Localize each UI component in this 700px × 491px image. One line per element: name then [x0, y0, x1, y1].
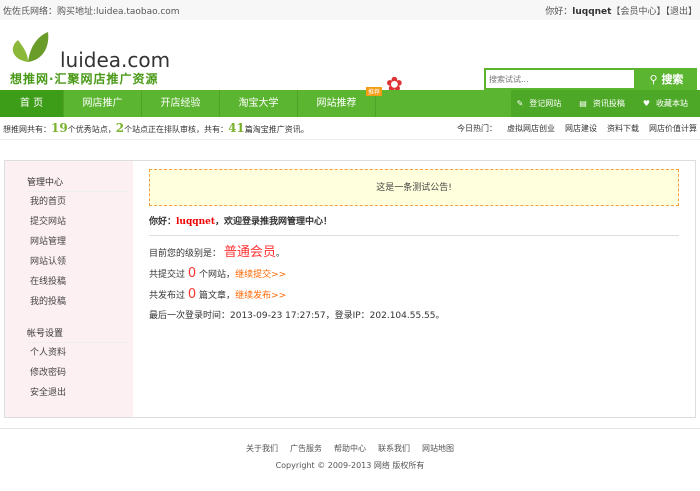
- search-button-label: 搜索: [661, 73, 684, 86]
- continue-submit-link[interactable]: 继续提交>>: [235, 270, 286, 280]
- sidebar-group-title: 管理中心: [27, 175, 128, 192]
- header: luidea.com 想推网·汇聚网店推广资源 推广网店就来想推网! ✿ ⚲ 搜…: [0, 20, 700, 105]
- sidebar-item-online-submit[interactable]: 在线投稿: [5, 272, 133, 292]
- sidebar-item-home[interactable]: 我的首页: [5, 192, 133, 212]
- search-button[interactable]: ⚲ 搜索: [636, 68, 697, 90]
- member-center-link[interactable]: 【会员中心】: [611, 7, 665, 17]
- hot-link[interactable]: 资料下载: [607, 124, 639, 133]
- footer-link[interactable]: 网站地图: [422, 444, 454, 453]
- logo-domain: luidea.com: [60, 48, 171, 72]
- nav-shop-experience[interactable]: 开店经验: [142, 90, 220, 117]
- sidebar-item-my-submissions[interactable]: 我的投稿: [5, 292, 133, 312]
- content: 这是一条测试公告! 你好：luqqnet，欢迎登录推我网管理中心！ 目前您的级别…: [133, 161, 695, 417]
- notice-box: 这是一条测试公告!: [149, 169, 679, 206]
- welcome-message: 你好：luqqnet，欢迎登录推我网管理中心！: [149, 214, 679, 236]
- hot-link[interactable]: 网店价值计算: [649, 124, 697, 133]
- logo-slogan: 想推网·汇聚网店推广资源: [10, 72, 159, 86]
- site-logo[interactable]: luidea.com 想推网·汇聚网店推广资源: [8, 28, 178, 86]
- submit-news-link[interactable]: ▤ 资讯投稿: [573, 90, 637, 117]
- register-site-link[interactable]: ✎ 登记网站: [511, 90, 574, 117]
- sidebar-group-title: 帐号设置: [27, 326, 128, 343]
- leaf-logo-icon: [12, 32, 49, 62]
- search-form: ⚲ 搜索: [484, 68, 697, 90]
- username-link[interactable]: luqqnet: [572, 7, 611, 17]
- member-center: 管理中心 我的首页 提交网站 网站管理 网站认领 在线投稿 我的投稿 帐号设置 …: [4, 160, 696, 418]
- nav-shop-promotion[interactable]: 网店推广: [64, 90, 142, 117]
- nav-home[interactable]: 首 页: [0, 90, 64, 117]
- footer-link[interactable]: 关于我们: [246, 444, 278, 453]
- stats-bar: 想推网共有：19个优秀站点，2个站点正在排队审核，共有：41篇淘宝推广资讯。 今…: [0, 117, 700, 140]
- search-icon: ⚲: [649, 73, 662, 86]
- sidebar-item-change-password[interactable]: 修改密码: [5, 363, 133, 383]
- sidebar-item-profile[interactable]: 个人资料: [5, 343, 133, 363]
- footer: 关于我们 广告服务 帮助中心 联系我们 网站地图 Copyright © 2009-20…: [0, 428, 700, 491]
- footer-link[interactable]: 广告服务: [290, 444, 322, 453]
- sidebar-item-claim-site[interactable]: 网站认领: [5, 252, 133, 272]
- continue-publish-link[interactable]: 继续发布>>: [235, 291, 286, 301]
- top-bar: 佐佐氏网络：购买地址:luidea.taobao.com 你好：luqqnet【…: [0, 0, 700, 20]
- site-stats: 想推网共有：19个优秀站点，2个站点正在排队审核，共有：41篇淘宝推广资讯。: [3, 121, 309, 135]
- search-input[interactable]: [484, 68, 636, 90]
- main-nav: 首 页 网店推广 开店经验 淘宝大学 网站推荐 推荐 ✎ 登记网站 ▤ 资讯投稿 ♥…: [0, 87, 700, 117]
- nav-site-recommend[interactable]: 网站推荐: [298, 90, 376, 117]
- top-bar-info: 佐佐氏网络：购买地址:luidea.taobao.com: [3, 6, 180, 17]
- sidebar-item-logout[interactable]: 安全退出: [5, 383, 133, 403]
- footer-link[interactable]: 联系我们: [378, 444, 410, 453]
- footer-link[interactable]: 帮助中心: [334, 444, 366, 453]
- sidebar-item-submit-site[interactable]: 提交网站: [5, 212, 133, 232]
- sidebar: 管理中心 我的首页 提交网站 网站管理 网站认领 在线投稿 我的投稿 帐号设置 …: [5, 161, 133, 417]
- hot-links: 今日热门： 虚拟网店创业 网店建设 资料下载 网店价值计算: [457, 123, 697, 133]
- sites-count: 共提交过 0 个网站，继续提交>>: [149, 266, 287, 281]
- recommend-badge: 推荐: [366, 87, 383, 96]
- bookmark-link[interactable]: ♥ 收藏本站: [637, 90, 700, 117]
- articles-count: 共发布过 0 篇文章，继续发布>>: [149, 287, 287, 302]
- sidebar-item-manage-sites[interactable]: 网站管理: [5, 232, 133, 252]
- copyright: Copyright © 2009-2013 网络 版权所有: [275, 461, 425, 470]
- hot-link[interactable]: 网店建设: [565, 124, 597, 133]
- greeting: 你好：: [545, 6, 573, 17]
- nav-taobao-university[interactable]: 淘宝大学: [220, 90, 298, 117]
- last-login: 最后一次登录时间：2013-09-23 17:27:57，登录IP：202.10…: [149, 311, 445, 321]
- logout-link[interactable]: 【退出】: [665, 7, 697, 17]
- member-level: 目前您的级别是： 普通会员。: [149, 245, 285, 260]
- hot-link[interactable]: 虚拟网店创业: [507, 124, 555, 133]
